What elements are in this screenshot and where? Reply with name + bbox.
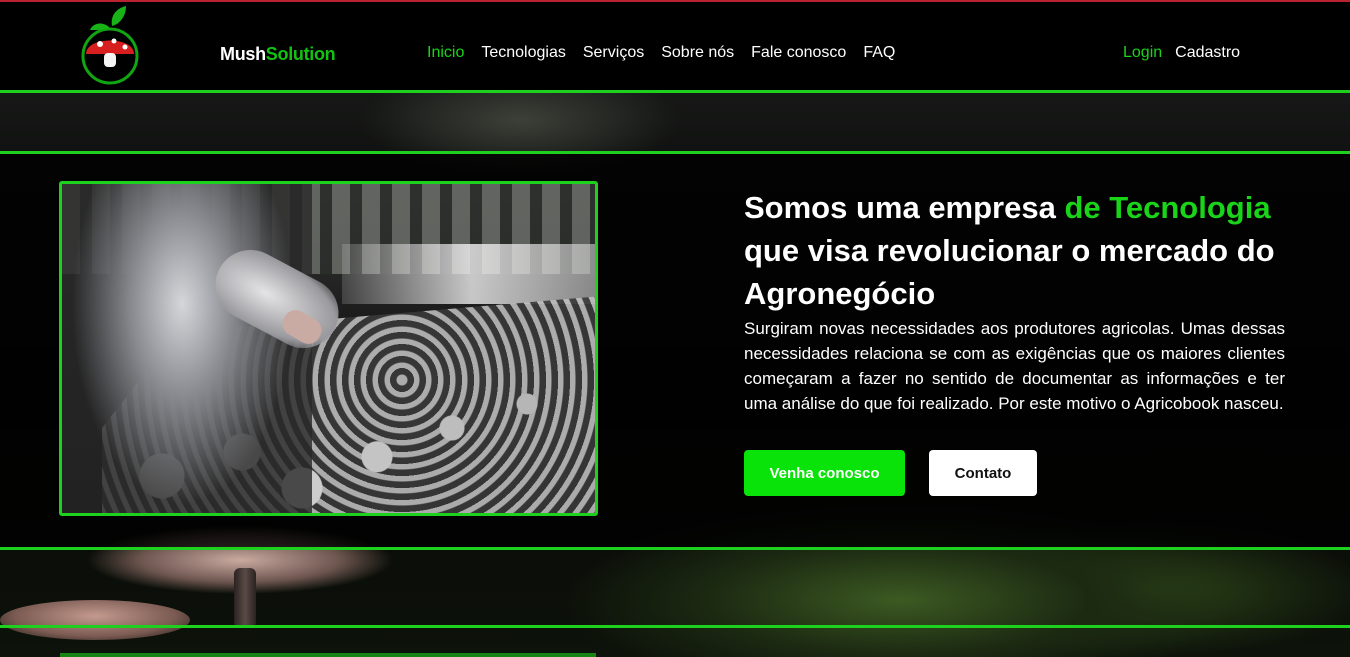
- brand-name-part2: Solution: [265, 44, 336, 64]
- next-section-edge: [60, 653, 596, 657]
- nav-sobre-nos[interactable]: Sobre nós: [661, 44, 734, 62]
- background-mushroom-stem: [234, 568, 256, 628]
- brand-name: MushSolution: [220, 44, 336, 65]
- signup-link[interactable]: Cadastro: [1175, 44, 1240, 62]
- hero-photo-mushroom-farm: [59, 181, 598, 516]
- nav-servicos[interactable]: Serviços: [583, 44, 644, 62]
- contato-button[interactable]: Contato: [929, 450, 1037, 496]
- auth-links: Login Cadastro: [1123, 44, 1253, 62]
- nav-faq[interactable]: FAQ: [863, 44, 895, 62]
- photo-worker-coat: [62, 184, 312, 513]
- brand-logo[interactable]: MushSolution: [80, 6, 336, 88]
- mushroom-logo-icon: [81, 6, 139, 85]
- main-nav: Inicio Tecnologias Serviços Sobre nós Fa…: [427, 44, 912, 62]
- background-mushroom-cap: [0, 600, 190, 640]
- nav-fale-conosco[interactable]: Fale conosco: [751, 44, 846, 62]
- photo-window-light: [342, 244, 595, 304]
- brand-name-part1: Mush: [220, 44, 266, 64]
- headline-part2: que visa revolucionar o mercado do Agron…: [744, 233, 1275, 311]
- nav-inicio[interactable]: Inicio: [427, 44, 464, 62]
- venha-conosco-button[interactable]: Venha conosco: [744, 450, 905, 496]
- headline-accent: de Tecnologia: [1064, 190, 1271, 225]
- hero-headline: Somos uma empresa de Tecnologia que visa…: [744, 186, 1304, 315]
- headline-part1: Somos uma empresa: [744, 190, 1065, 225]
- section-divider-bottom: [0, 625, 1350, 628]
- header-border: [0, 90, 1350, 93]
- site-header: MushSolution Inicio Tecnologias Serviços…: [0, 2, 1350, 91]
- login-link[interactable]: Login: [1123, 44, 1162, 62]
- hero-description: Surgiram novas necessidades aos produtor…: [744, 319, 1285, 413]
- section-divider-middle: [0, 547, 1350, 550]
- nav-tecnologias[interactable]: Tecnologias: [481, 44, 566, 62]
